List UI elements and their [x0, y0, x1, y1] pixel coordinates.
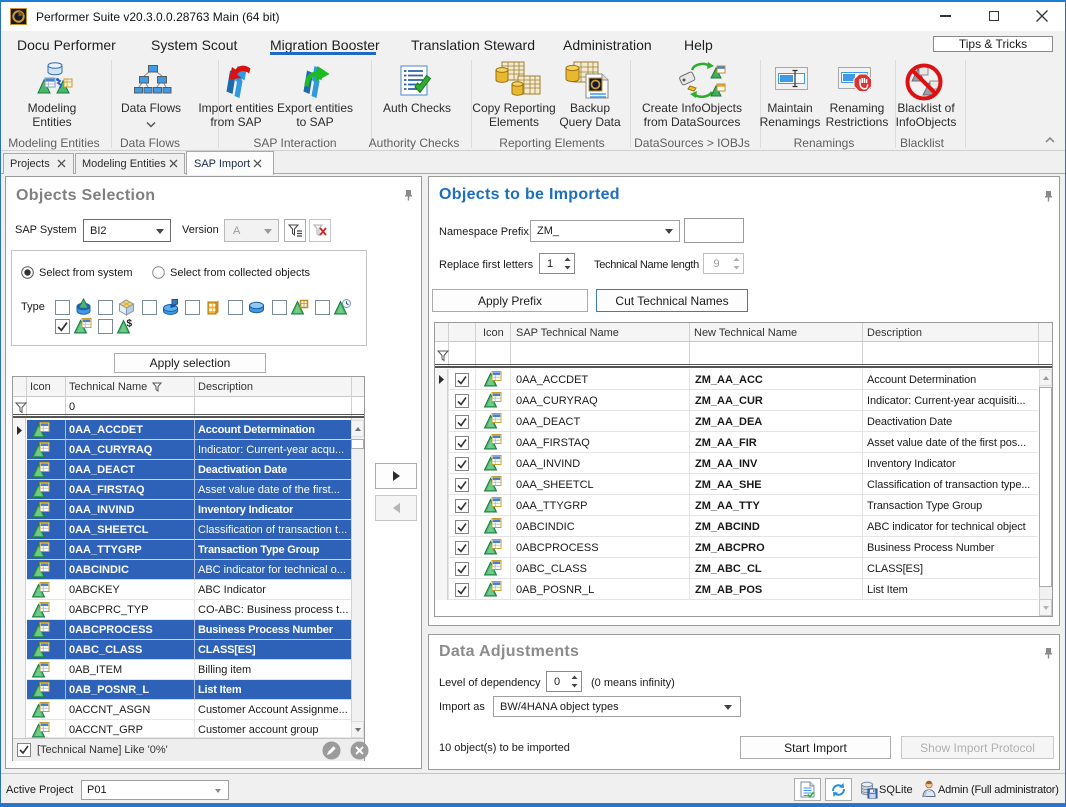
svg-text:$: $	[127, 319, 133, 330]
